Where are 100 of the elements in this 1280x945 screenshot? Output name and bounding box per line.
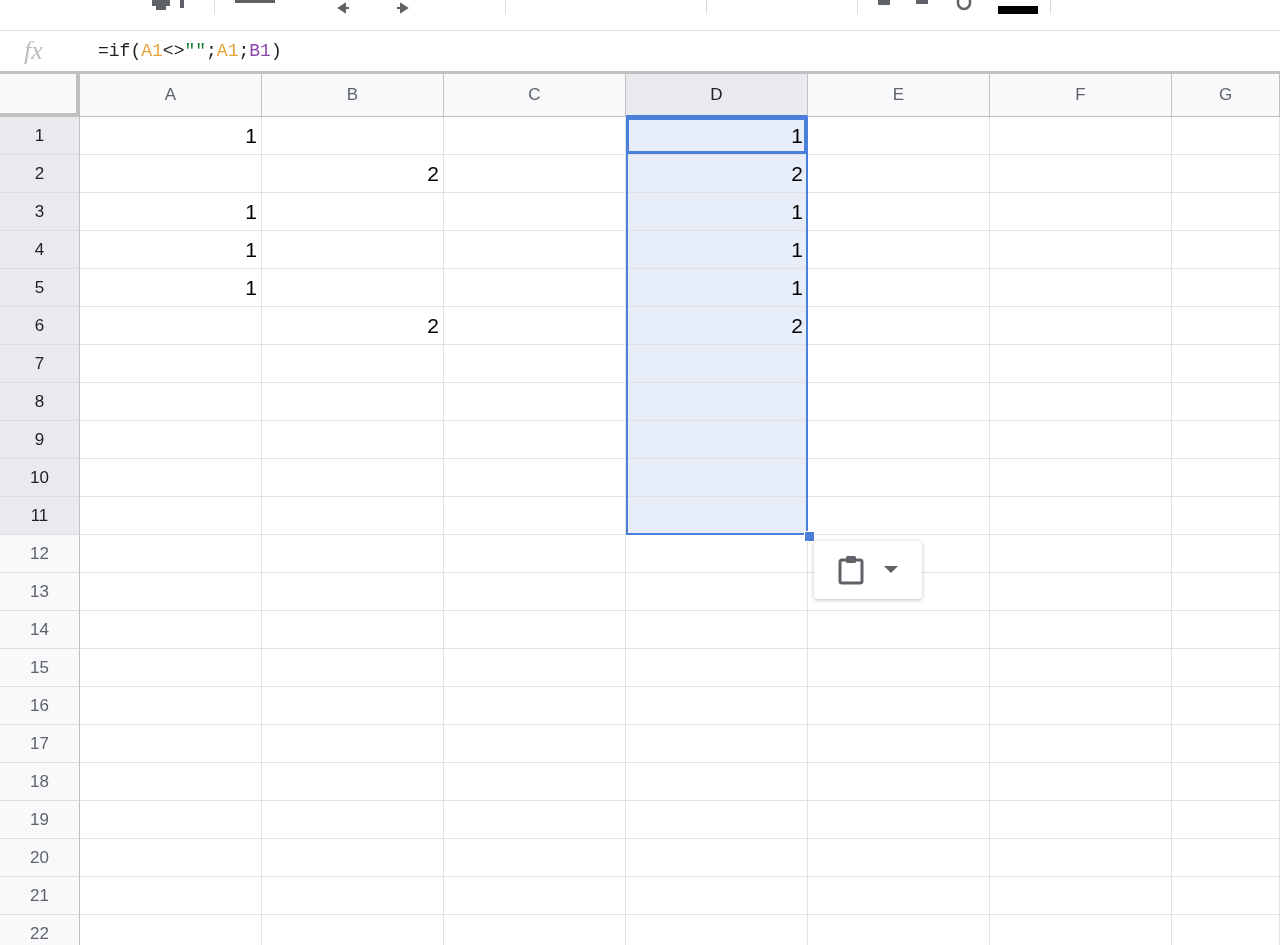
grid-cell[interactable] [990, 687, 1172, 725]
column-header[interactable]: G [1172, 74, 1280, 117]
grid-cell[interactable] [444, 307, 626, 345]
grid-cell[interactable] [262, 839, 444, 877]
grid-cell[interactable] [444, 459, 626, 497]
row-header[interactable]: 6 [0, 307, 80, 345]
row-header[interactable]: 15 [0, 649, 80, 687]
grid-cell[interactable] [1172, 345, 1280, 383]
row-header[interactable]: 18 [0, 763, 80, 801]
grid-cell[interactable] [80, 801, 262, 839]
grid-cell[interactable] [444, 877, 626, 915]
grid-cell[interactable] [990, 611, 1172, 649]
grid-cell[interactable] [1172, 193, 1280, 231]
grid-cell[interactable] [262, 383, 444, 421]
grid-cell[interactable] [626, 383, 808, 421]
grid-cell[interactable]: 2 [262, 307, 444, 345]
grid-cell[interactable] [990, 117, 1172, 155]
grid-cell[interactable] [808, 763, 990, 801]
grid-cell[interactable] [1172, 117, 1280, 155]
row-header[interactable]: 19 [0, 801, 80, 839]
grid-cell[interactable] [444, 155, 626, 193]
grid-cell[interactable] [626, 421, 808, 459]
grid-cell[interactable] [808, 459, 990, 497]
grid-cell[interactable] [1172, 611, 1280, 649]
grid-cell[interactable] [990, 459, 1172, 497]
grid-cell[interactable] [262, 687, 444, 725]
grid-cell[interactable] [80, 535, 262, 573]
grid-cell[interactable] [626, 611, 808, 649]
grid-cell[interactable] [990, 839, 1172, 877]
row-header[interactable]: 3 [0, 193, 80, 231]
grid-cell[interactable] [626, 459, 808, 497]
row-header[interactable]: 4 [0, 231, 80, 269]
grid-cell[interactable] [262, 459, 444, 497]
grid-cell[interactable] [808, 801, 990, 839]
grid-cell[interactable] [990, 383, 1172, 421]
grid-cell[interactable] [80, 459, 262, 497]
row-header[interactable]: 20 [0, 839, 80, 877]
grid-cell[interactable]: 2 [626, 155, 808, 193]
grid-cell[interactable] [444, 345, 626, 383]
grid-cell[interactable] [262, 763, 444, 801]
grid-cell[interactable] [1172, 573, 1280, 611]
grid-cell[interactable] [1172, 687, 1280, 725]
grid-cell[interactable] [626, 763, 808, 801]
grid-cell[interactable] [262, 801, 444, 839]
formula-field[interactable]: =if(A1<>"";A1;B1) [78, 37, 302, 65]
grid-cell[interactable] [626, 877, 808, 915]
grid-cell[interactable] [262, 573, 444, 611]
grid-cell[interactable] [80, 877, 262, 915]
grid-cell[interactable]: 2 [262, 155, 444, 193]
grid-cell[interactable]: 1 [626, 231, 808, 269]
row-header[interactable]: 7 [0, 345, 80, 383]
grid-cell[interactable] [444, 497, 626, 535]
grid-cell[interactable] [80, 421, 262, 459]
grid-cell[interactable] [626, 345, 808, 383]
grid-cell[interactable] [808, 687, 990, 725]
grid-cell[interactable] [1172, 269, 1280, 307]
row-header[interactable]: 14 [0, 611, 80, 649]
grid-cell[interactable] [1172, 231, 1280, 269]
grid-cell[interactable] [444, 269, 626, 307]
row-header[interactable]: 12 [0, 535, 80, 573]
grid-cell[interactable] [262, 611, 444, 649]
grid-cell[interactable] [1172, 877, 1280, 915]
grid-cell[interactable] [626, 649, 808, 687]
column-header[interactable]: F [990, 74, 1172, 117]
row-header[interactable]: 5 [0, 269, 80, 307]
row-header[interactable]: 21 [0, 877, 80, 915]
grid-cell[interactable] [80, 383, 262, 421]
paste-options-menu[interactable] [814, 541, 922, 599]
grid-cell[interactable] [808, 155, 990, 193]
grid-cell[interactable] [808, 877, 990, 915]
grid-cell[interactable] [990, 763, 1172, 801]
grid-cell[interactable] [444, 383, 626, 421]
column-header[interactable]: B [262, 74, 444, 117]
grid-cell[interactable] [262, 345, 444, 383]
grid-cell[interactable] [1172, 459, 1280, 497]
grid-cell[interactable] [990, 307, 1172, 345]
grid-cell[interactable] [1172, 725, 1280, 763]
grid-cell[interactable] [80, 725, 262, 763]
grid-cell[interactable]: 1 [626, 269, 808, 307]
grid-cell[interactable]: 2 [626, 307, 808, 345]
grid-cell[interactable] [262, 725, 444, 763]
grid-cell[interactable] [80, 155, 262, 193]
row-header[interactable]: 9 [0, 421, 80, 459]
row-header[interactable]: 22 [0, 915, 80, 945]
grid-cell[interactable] [990, 155, 1172, 193]
grid-cell[interactable] [990, 801, 1172, 839]
grid-cell[interactable] [80, 307, 262, 345]
grid-cell[interactable] [808, 649, 990, 687]
grid-cell[interactable] [990, 231, 1172, 269]
grid-cell[interactable]: 1 [80, 117, 262, 155]
grid-cell[interactable] [262, 193, 444, 231]
grid-cell[interactable] [626, 687, 808, 725]
grid-cell[interactable] [990, 649, 1172, 687]
row-header[interactable]: 11 [0, 497, 80, 535]
fill-handle[interactable] [804, 531, 815, 542]
grid-cell[interactable] [808, 345, 990, 383]
grid-cell[interactable] [444, 649, 626, 687]
grid-cell[interactable]: 1 [80, 231, 262, 269]
grid-cell[interactable]: 1 [626, 193, 808, 231]
row-header[interactable]: 16 [0, 687, 80, 725]
